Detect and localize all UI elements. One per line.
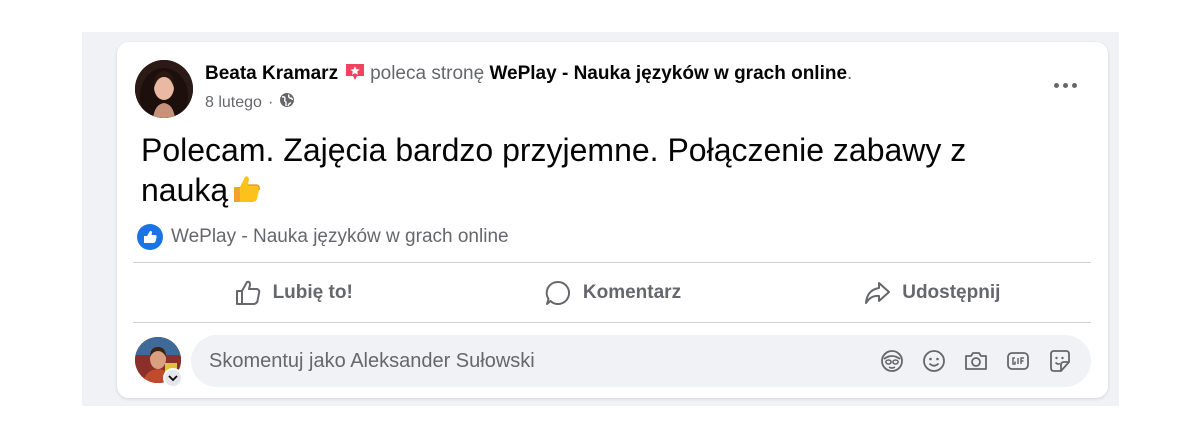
- camera-icon[interactable]: [963, 348, 989, 374]
- divider: [133, 322, 1091, 323]
- post-body: Polecam. Zajęcia bardzo przyjemne. Połąc…: [141, 130, 1061, 210]
- post-meta: 8 lutego ·: [205, 92, 295, 113]
- gif-icon[interactable]: [1005, 348, 1031, 374]
- post-actions: Lubię to! Komentarz Udostępnij: [133, 263, 1091, 322]
- comment-composer: [191, 335, 1091, 387]
- more-options-button[interactable]: [1050, 76, 1080, 94]
- comment-input[interactable]: [209, 335, 849, 387]
- thumbs-up-emoji: [230, 173, 262, 205]
- recommended-page-name[interactable]: WePlay - Nauka języków w grach online: [171, 226, 509, 248]
- post-card: Beata Kramarz poleca stronę WePlay - Nauk…: [117, 42, 1108, 398]
- recommendation-row: WePlay - Nauka języków w grach online: [137, 224, 509, 250]
- thumbs-up-outline-icon: [235, 280, 260, 305]
- post-header: Beata Kramarz poleca stronę WePlay - Nauk…: [205, 62, 852, 86]
- comment-label: Komentarz: [582, 281, 682, 303]
- speech-bubble-icon: [545, 280, 570, 305]
- post-date[interactable]: 8 lutego: [205, 94, 262, 112]
- share-label: Udostępnij: [902, 281, 1001, 303]
- author-avatar[interactable]: [135, 60, 193, 118]
- thumbs-up-icon: [137, 224, 163, 250]
- recommend-verb: poleca stronę: [370, 63, 485, 84]
- comment-button[interactable]: Komentarz: [452, 263, 771, 322]
- like-button[interactable]: Lubię to!: [133, 263, 452, 322]
- header-period: .: [847, 63, 853, 84]
- share-arrow-icon: [865, 281, 891, 304]
- post-text: Polecam. Zajęcia bardzo przyjemne. Połąc…: [141, 132, 967, 208]
- comment-tools: [879, 348, 1073, 374]
- globe-icon[interactable]: [279, 92, 295, 113]
- more-dot: [1053, 82, 1059, 88]
- like-label: Lubię to!: [272, 281, 353, 303]
- share-button[interactable]: Udostępnij: [772, 263, 1091, 322]
- star-recommend-icon: [344, 62, 366, 82]
- chevron-down-icon[interactable]: [163, 368, 183, 388]
- author-name[interactable]: Beata Kramarz: [205, 63, 338, 84]
- more-dot: [1062, 82, 1068, 88]
- sticker-icon[interactable]: [1047, 348, 1073, 374]
- meta-separator: ·: [267, 93, 274, 111]
- recommended-page-link[interactable]: WePlay - Nauka języków w grach online: [489, 63, 847, 84]
- more-dot: [1071, 82, 1077, 88]
- avatar-sticker-icon[interactable]: [879, 348, 905, 374]
- emoji-icon[interactable]: [921, 348, 947, 374]
